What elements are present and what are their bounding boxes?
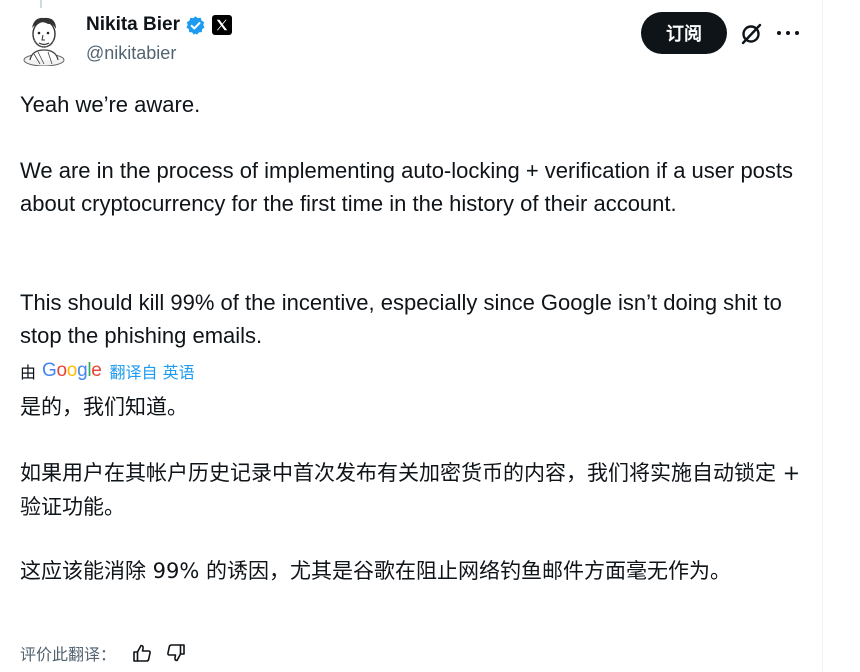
verified-badge-icon[interactable]	[185, 15, 206, 36]
author-name[interactable]: Nikita Bier	[86, 12, 180, 38]
avatar[interactable]	[20, 14, 68, 67]
more-icon[interactable]	[774, 20, 802, 46]
grok-icon[interactable]	[738, 21, 764, 47]
rate-translation-label: 评价此翻译：	[20, 645, 117, 664]
rate-translation-row: 评价此翻译：	[20, 638, 198, 668]
thumbs-up-icon[interactable]	[130, 641, 154, 665]
author-handle[interactable]: @nikitabier	[86, 40, 232, 66]
tweet-paragraph: This should kill 99% of the incentive, e…	[20, 290, 782, 348]
tweet-header: Nikita Bier @nikitabier 订阅	[20, 12, 810, 70]
thread-connector-line	[40, 0, 42, 8]
google-logo: Google	[42, 360, 102, 381]
translated-paragraph: 这应该能消除 99% 的诱因，尤其是谷歌在阻止网络钓鱼邮件方面毫无作为。	[20, 559, 732, 583]
author-info: Nikita Bier @nikitabier	[86, 12, 232, 66]
tweet-paragraph: We are in the process of implementing au…	[20, 158, 794, 216]
translation-by-prefix: 由	[20, 363, 37, 382]
thumbs-down-icon[interactable]	[164, 641, 188, 665]
translation-attribution: 由 Google 翻译自 英语	[20, 357, 195, 385]
translated-paragraph: 如果用户在其帐户历史记录中首次发布有关加密货币的内容，我们将实施自动锁定 + 验…	[20, 461, 801, 519]
subscribe-button[interactable]: 订阅	[641, 12, 727, 54]
translated-from-link[interactable]: 翻译自 英语	[110, 359, 195, 383]
x-logo-icon[interactable]	[211, 15, 232, 35]
column-divider	[822, 0, 823, 672]
tweet-paragraph: Yeah we’re aware.	[20, 92, 201, 117]
translated-paragraph: 是的，我们知道。	[20, 395, 188, 419]
